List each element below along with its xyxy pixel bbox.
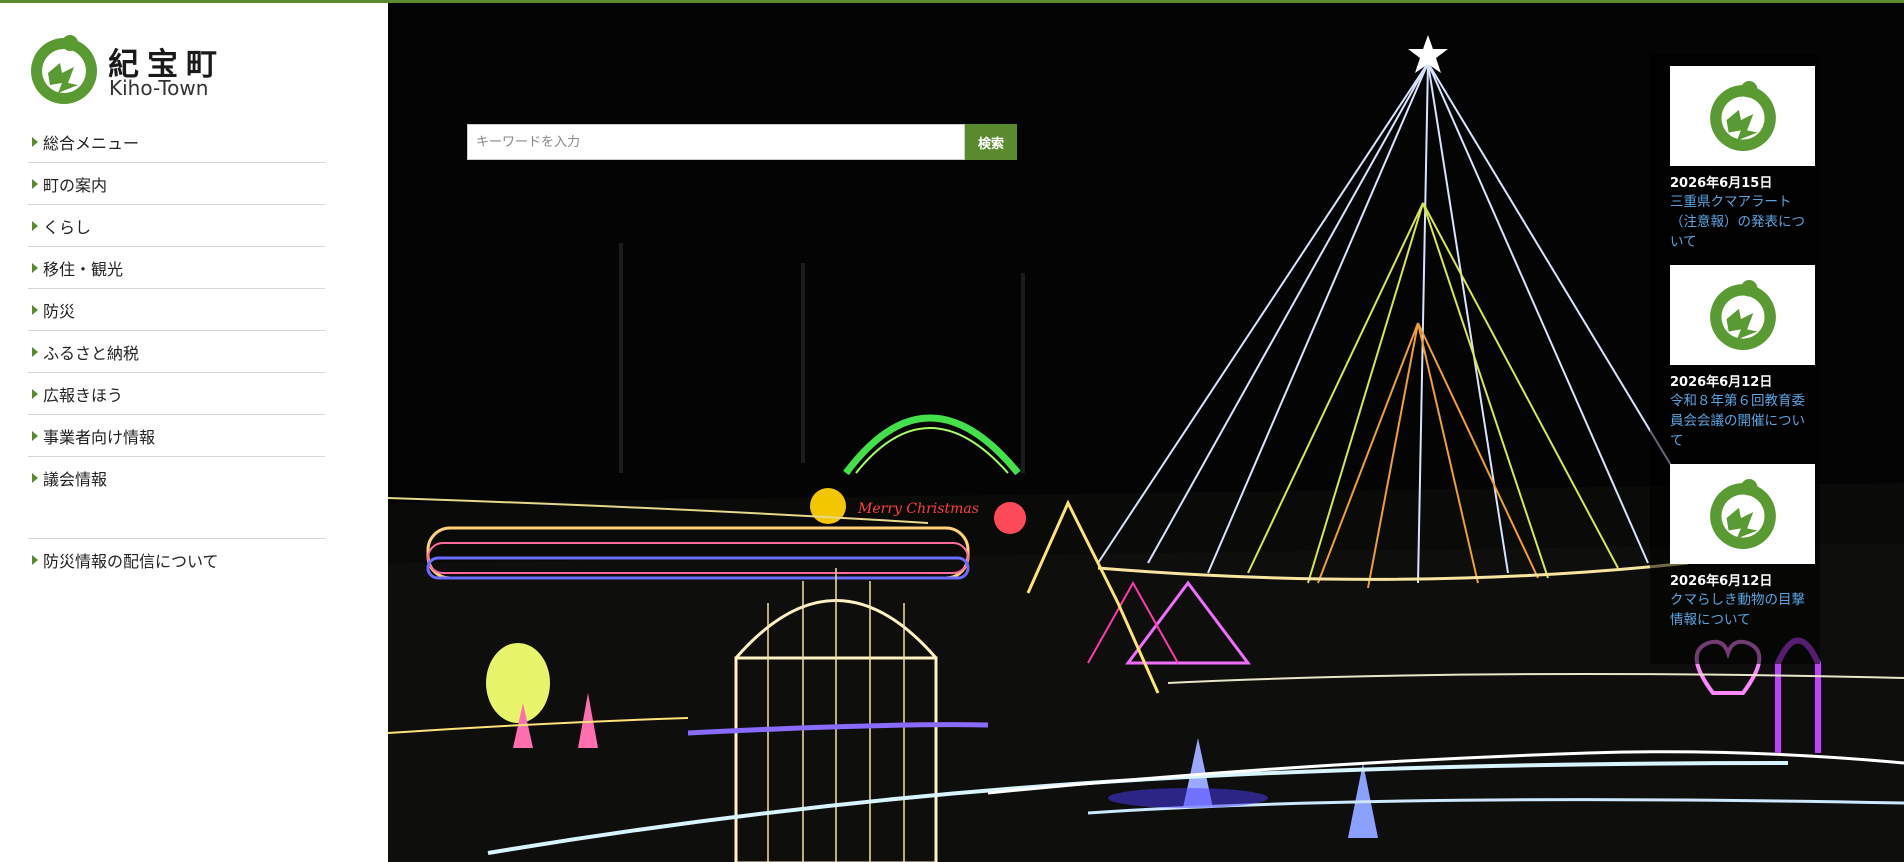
merry-christmas-sign: Merry Christmas: [857, 501, 979, 517]
triangle-right-icon: [32, 178, 38, 189]
news-title-link[interactable]: クマらしき動物の目撃情報について: [1670, 590, 1815, 630]
nav-item-assembly-info[interactable]: 議会情報: [28, 457, 325, 498]
search-button[interactable]: 検索: [965, 124, 1017, 160]
nav-item-furusato-tax[interactable]: ふるさと納税: [28, 331, 325, 373]
news-panel: 2026年6月15日 三重県クマアラート（注意報）の発表について 2026年6月…: [1650, 54, 1820, 664]
news-date: 2026年6月12日: [1670, 375, 1773, 390]
kiho-town-logo-icon: [31, 35, 97, 104]
secondary-nav: 防災情報の配信について: [28, 538, 325, 580]
news-thumbnail[interactable]: [1670, 66, 1815, 166]
triangle-right-icon: [32, 262, 38, 273]
nav-item-general-menu[interactable]: 総合メニュー: [28, 121, 325, 163]
nav-item-disaster-info-delivery[interactable]: 防災情報の配信について: [28, 539, 325, 580]
news-date: 2026年6月12日: [1670, 574, 1773, 589]
news-item[interactable]: 2026年6月12日 令和８年第６回教育委員会会議の開催について: [1670, 265, 1815, 451]
news-title-link[interactable]: 令和８年第６回教育委員会会議の開催について: [1670, 391, 1815, 451]
triangle-right-icon: [32, 304, 38, 315]
nav-item-migration-tourism[interactable]: 移住・観光: [28, 247, 325, 289]
nav-item-public-relations[interactable]: 広報きほう: [28, 373, 325, 415]
site-logo[interactable]: 紀宝町 Kiho-Town: [28, 31, 228, 104]
triangle-right-icon: [32, 346, 38, 357]
news-thumbnail[interactable]: [1670, 464, 1815, 564]
news-item[interactable]: 2026年6月15日 三重県クマアラート（注意報）の発表について: [1670, 66, 1815, 252]
kiho-town-logo-icon: [1709, 280, 1776, 350]
news-title-link[interactable]: 三重県クマアラート（注意報）の発表について: [1670, 192, 1815, 252]
triangle-right-icon: [32, 472, 38, 483]
search-input[interactable]: [467, 124, 965, 160]
kiho-town-logo-icon: [1709, 81, 1776, 151]
triangle-right-icon: [32, 554, 38, 565]
triangle-right-icon: [32, 388, 38, 399]
sidebar: 紀宝町 Kiho-Town 総合メニュー 町の案内 くらし 移住・観光 防災 ふ…: [0, 3, 388, 862]
triangle-right-icon: [32, 136, 38, 147]
triangle-right-icon: [32, 220, 38, 231]
site-name-en: Kiho-Town: [109, 76, 209, 100]
kiho-town-logo-icon: [1709, 479, 1776, 549]
nav-item-living[interactable]: くらし: [28, 205, 325, 247]
nav-item-business-info[interactable]: 事業者向け情報: [28, 415, 325, 457]
news-date: 2026年6月15日: [1670, 176, 1773, 191]
main-nav: 総合メニュー 町の案内 くらし 移住・観光 防災 ふるさと納税 広報きほう 事業…: [28, 121, 325, 498]
news-thumbnail[interactable]: [1670, 265, 1815, 365]
triangle-right-icon: [32, 430, 38, 441]
nav-item-town-guide[interactable]: 町の案内: [28, 163, 325, 205]
search-bar: 検索: [467, 124, 1017, 160]
nav-item-disaster-prevention[interactable]: 防災: [28, 289, 325, 331]
news-item[interactable]: 2026年6月12日 クマらしき動物の目撃情報について: [1670, 464, 1815, 630]
